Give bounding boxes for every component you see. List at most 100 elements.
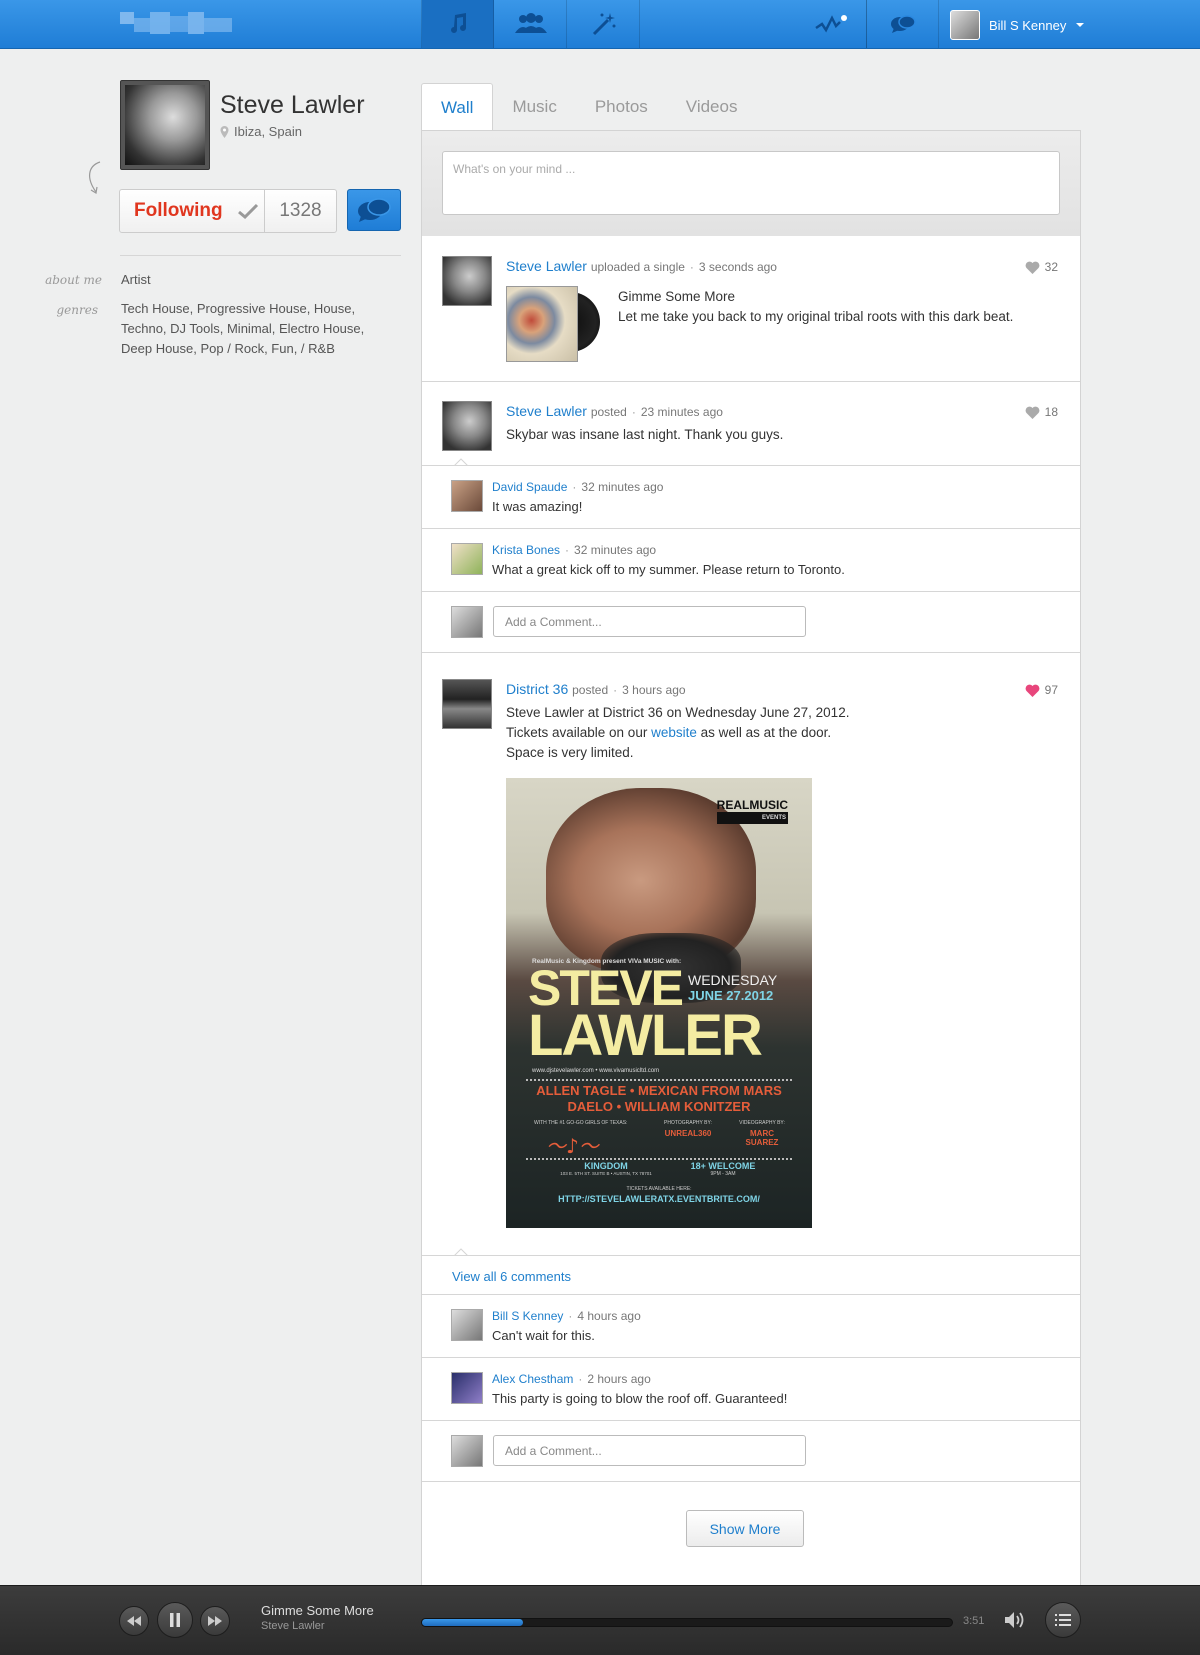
comment-text: Can't wait for this. — [492, 1328, 595, 1343]
playlist-button[interactable] — [1045, 1602, 1081, 1638]
comment-time: 2 hours ago — [587, 1372, 651, 1386]
user-name: Bill S Kenney — [989, 17, 1067, 33]
comment-avatar[interactable] — [451, 1372, 483, 1404]
logo[interactable] — [120, 12, 232, 38]
comment-input[interactable]: Add a Comment... — [493, 606, 806, 637]
view-all-comments-link[interactable]: View all 6 comments — [452, 1269, 571, 1284]
wall-feed: Steve Lawler uploaded a single · 3 seconds… — [421, 236, 1081, 1585]
post-avatar[interactable] — [442, 401, 492, 451]
tab-videos[interactable]: Videos — [667, 83, 757, 131]
comment: Alex Chestham · 2 hours ago This party is … — [422, 1357, 1080, 1420]
comment-time: 32 minutes ago — [581, 480, 664, 494]
fast-forward-icon — [208, 1616, 222, 1626]
post-action: posted — [572, 683, 609, 697]
post-text: Skybar was insane last night. Thank you … — [506, 427, 784, 442]
post-header: Steve Lawler uploaded a single · 3 seconds… — [506, 258, 777, 274]
comment: Bill S Kenney · 4 hours ago Can't wait for… — [422, 1294, 1080, 1357]
post-action: posted — [590, 405, 627, 419]
genres-value: Tech House, Progressive House, House, Te… — [121, 301, 365, 356]
fast-forward-button[interactable] — [200, 1606, 230, 1636]
comment-author[interactable]: Alex Chestham — [492, 1372, 573, 1386]
comment-avatar[interactable] — [451, 1309, 483, 1341]
follower-count: 1328 — [279, 200, 322, 221]
chat-bubbles-icon — [358, 198, 391, 222]
nav-activity[interactable] — [795, 0, 867, 48]
nav-music[interactable] — [422, 0, 494, 48]
composer-panel: What's on your mind ... — [421, 130, 1081, 237]
nav-messages[interactable] — [867, 0, 939, 48]
follow-label: Following — [134, 200, 223, 221]
volume-icon — [1005, 1612, 1024, 1628]
flyer-day: WEDNESDAY — [688, 972, 778, 988]
profile-tabs: Wall Music Photos Videos — [421, 83, 757, 132]
add-comment-row: Add a Comment... — [422, 591, 1080, 653]
like-count: 18 — [1044, 405, 1058, 419]
about-value: Artist — [121, 272, 151, 287]
curved-arrow-icon — [89, 161, 101, 194]
profile-name: Steve Lawler — [220, 91, 365, 119]
post-author[interactable]: Steve Lawler — [506, 258, 587, 274]
like-button[interactable]: 32 — [1025, 260, 1058, 274]
comment-input[interactable]: Add a Comment... — [493, 1435, 806, 1466]
post-header: Steve Lawler posted · 23 minutes ago — [506, 403, 723, 419]
user-menu[interactable]: Bill S Kenney — [950, 10, 1085, 40]
website-link[interactable]: website — [651, 725, 697, 740]
feed-post: Steve Lawler uploaded a single · 3 seconds… — [422, 236, 1080, 382]
map-pin-icon — [220, 125, 229, 138]
comment-text: It was amazing! — [492, 499, 583, 514]
post-time: 3 seconds ago — [698, 260, 777, 274]
heart-icon — [1025, 406, 1040, 419]
like-button[interactable]: 18 — [1025, 405, 1058, 419]
feed-post: District 36 posted · 3 hours ago 97 Steve … — [422, 661, 1080, 1482]
progress-fill — [422, 1619, 523, 1626]
comment-avatar — [451, 606, 483, 638]
about-label: about me — [45, 273, 102, 287]
now-playing-title: Gimme Some More — [261, 1603, 374, 1618]
follow-button[interactable]: Following 1328 — [119, 189, 337, 233]
tab-music[interactable]: Music — [493, 83, 575, 131]
tab-photos[interactable]: Photos — [576, 83, 667, 131]
track-title[interactable]: Gimme Some More — [618, 287, 735, 307]
comment-avatar[interactable] — [451, 543, 483, 575]
post-avatar[interactable] — [442, 256, 492, 306]
comment-avatar — [451, 1435, 483, 1467]
post-author[interactable]: Steve Lawler — [506, 403, 587, 419]
flyer-websites: www.djstevelawler.com • www.vivamusicltd… — [532, 1068, 660, 1074]
post-avatar[interactable] — [442, 679, 492, 729]
comment-time: 32 minutes ago — [574, 543, 657, 557]
top-bar: Bill S Kenney — [0, 0, 1200, 49]
show-more-button[interactable]: Show More — [686, 1510, 804, 1547]
progress-bar[interactable] — [421, 1618, 953, 1627]
comment-author[interactable]: Bill S Kenney — [492, 1309, 563, 1323]
pause-button[interactable] — [157, 1602, 193, 1638]
track-description: Let me take you back to my original trib… — [618, 309, 1014, 324]
status-input[interactable]: What's on your mind ... — [442, 151, 1060, 215]
add-comment-row: Add a Comment... — [422, 1420, 1080, 1482]
tab-wall[interactable]: Wall — [421, 83, 494, 132]
user-avatar — [950, 10, 980, 40]
post-author[interactable]: District 36 — [506, 681, 568, 697]
like-count: 32 — [1044, 260, 1058, 274]
comment-author[interactable]: Krista Bones — [492, 543, 560, 557]
comment: Krista Bones · 32 minutes ago What a great… — [422, 528, 1080, 591]
comment-text: What a great kick off to my summer. Plea… — [492, 562, 845, 577]
rewind-button[interactable] — [119, 1606, 149, 1636]
pause-icon — [170, 1613, 180, 1627]
single-artwork[interactable] — [506, 286, 601, 362]
flyer-support-1: ALLEN TAGLE • MEXICAN FROM MARS — [536, 1083, 782, 1098]
track-duration: 3:51 — [963, 1615, 985, 1627]
volume-button[interactable] — [1004, 1611, 1026, 1632]
like-button[interactable]: 97 — [1025, 683, 1058, 697]
nav-people[interactable] — [495, 0, 567, 48]
music-player: Gimme Some More Steve Lawler 3:51 — [0, 1585, 1200, 1655]
comment-author[interactable]: David Spaude — [492, 480, 567, 494]
genres-label: genres — [56, 303, 98, 317]
comment-avatar[interactable] — [451, 480, 483, 512]
event-flyer[interactable]: REALMUSIC EVENTS RealMusic & Kingdom pre… — [506, 778, 812, 1228]
nav-discover[interactable] — [568, 0, 640, 48]
chevron-down-icon — [1076, 23, 1085, 27]
view-all-comments-row: View all 6 comments — [422, 1255, 1080, 1295]
profile-photo[interactable] — [120, 80, 210, 170]
message-button[interactable] — [347, 189, 401, 231]
post-time: 3 hours ago — [622, 683, 686, 697]
